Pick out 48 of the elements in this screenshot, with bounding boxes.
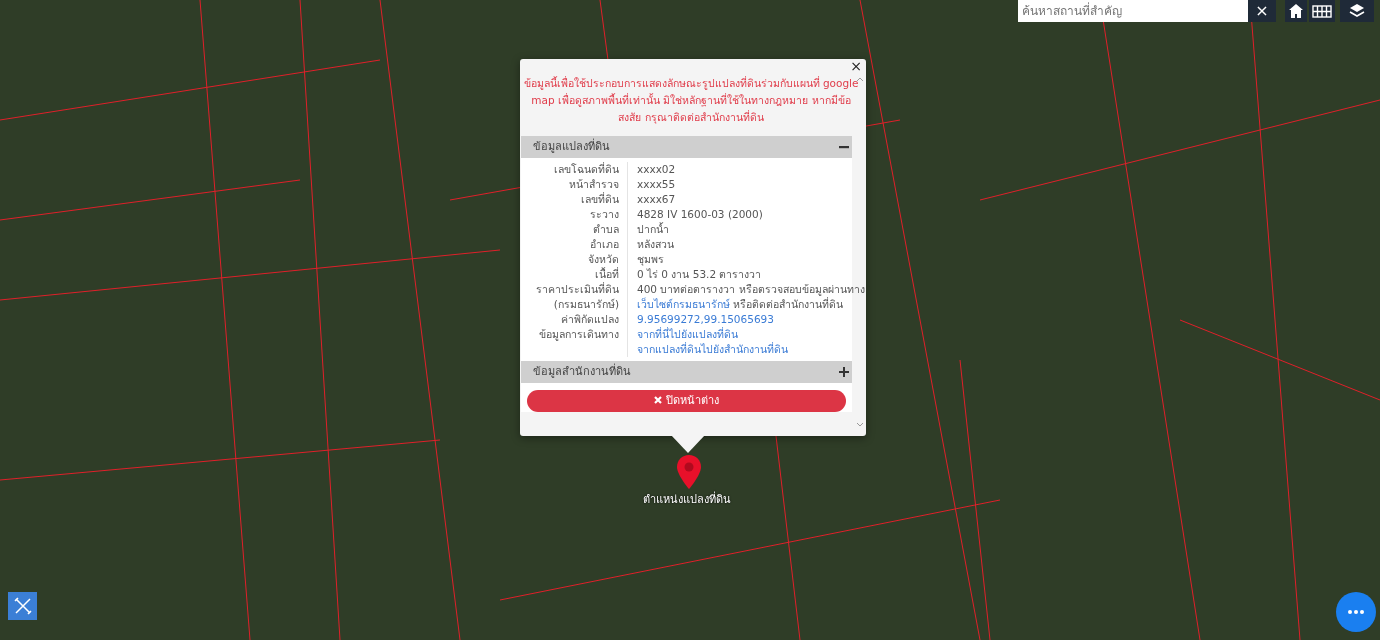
home-button[interactable] [1285, 0, 1307, 22]
field-label: ข้อมูลการเดินทาง [521, 327, 628, 357]
field-label: จังหวัด [521, 252, 628, 267]
field-value: 0 ไร่ 0 งาน 53.2 ตารางวา [637, 268, 762, 280]
field-value: ปากน้ำ [637, 223, 669, 235]
field-label: หน้าสำรวจ [521, 177, 628, 192]
close-button[interactable]: × [850, 59, 862, 73]
warning-notice: ข้อมูลนี้เพื่อใช้ประกอบการแสดงลักษณะรูปแปลงที่ดินร่วมกับแผนที่ google map เพื่อดูสภาพพื้นที่เท่านั้น มิใช่หลักฐานที่ใช้ในทางกฎหมาย หากมีข้อสงสัย กรุณาติดต่อสำนักงานที่ดิน [522, 75, 860, 126]
clear-search-button[interactable]: × [1248, 0, 1276, 22]
layers-button[interactable] [1340, 0, 1374, 22]
field-label: ระวาง [521, 207, 628, 222]
field-label: เนื้อที่ [521, 267, 628, 282]
field-label: เลขโฉนดที่ดิน [521, 162, 628, 177]
layers-icon [1349, 3, 1365, 19]
grid-button[interactable] [1309, 0, 1335, 22]
pencil-ruler-icon [13, 597, 32, 615]
close-icon [654, 395, 662, 404]
field-value: 400 บาทต่อตารางวา หรือตรวจสอบข้อมูลผ่านทาง [637, 283, 865, 295]
field-value: xxxx67 [637, 193, 676, 205]
field-label: ราคาประเมินที่ดิน [521, 282, 628, 297]
link[interactable]: จากแปลงที่ดินไปยังสำนักงานที่ดิน [637, 343, 788, 355]
field-label: อำเภอ [521, 237, 628, 252]
field-label: ค่าพิกัดแปลง [521, 312, 628, 327]
link[interactable]: เว็บไซต์กรมธนารักษ์ [637, 298, 730, 310]
section-title: ข้อมูลแปลงที่ดิน [533, 138, 610, 155]
field-value: xxxx02 [637, 163, 676, 175]
close-window-button[interactable]: ปิดหน้าต่าง [527, 390, 846, 412]
field-label: ตำบล [521, 222, 628, 237]
field-value: xxxx55 [637, 178, 676, 190]
draw-tool-button[interactable] [8, 592, 37, 620]
marker-label: ตำแหน่งแปลงที่ดิน [643, 492, 731, 508]
grid-icon [1312, 4, 1332, 18]
field-value: หลังสวน [637, 238, 674, 250]
section-header[interactable]: ข้อมูลสำนักงานที่ดิน [521, 361, 852, 383]
field-label: เลขที่ดิน [521, 192, 628, 207]
field-label: (กรมธนารักษ์) [521, 297, 628, 312]
section-title: ข้อมูลสำนักงานที่ดิน [533, 363, 631, 380]
search-field[interactable]: ค้นหาสถานที่สำคัญ [1018, 0, 1248, 22]
map-pin-icon [677, 455, 701, 489]
plus-icon [839, 367, 849, 377]
field-value: ชุมพร [637, 253, 664, 265]
link[interactable]: จากที่นี่ไปยังแปลงที่ดิน [637, 328, 738, 340]
field-value: 4828 IV 1600-03 (2000) [637, 208, 763, 220]
link[interactable]: 9.95699272,99.15065693 [637, 313, 774, 325]
field-value: หรือติดต่อสำนักงานที่ดิน [733, 298, 844, 310]
home-icon [1288, 3, 1304, 19]
section-header[interactable]: ข้อมูลแปลงที่ดิน [521, 136, 852, 158]
more-icon [1348, 610, 1364, 614]
